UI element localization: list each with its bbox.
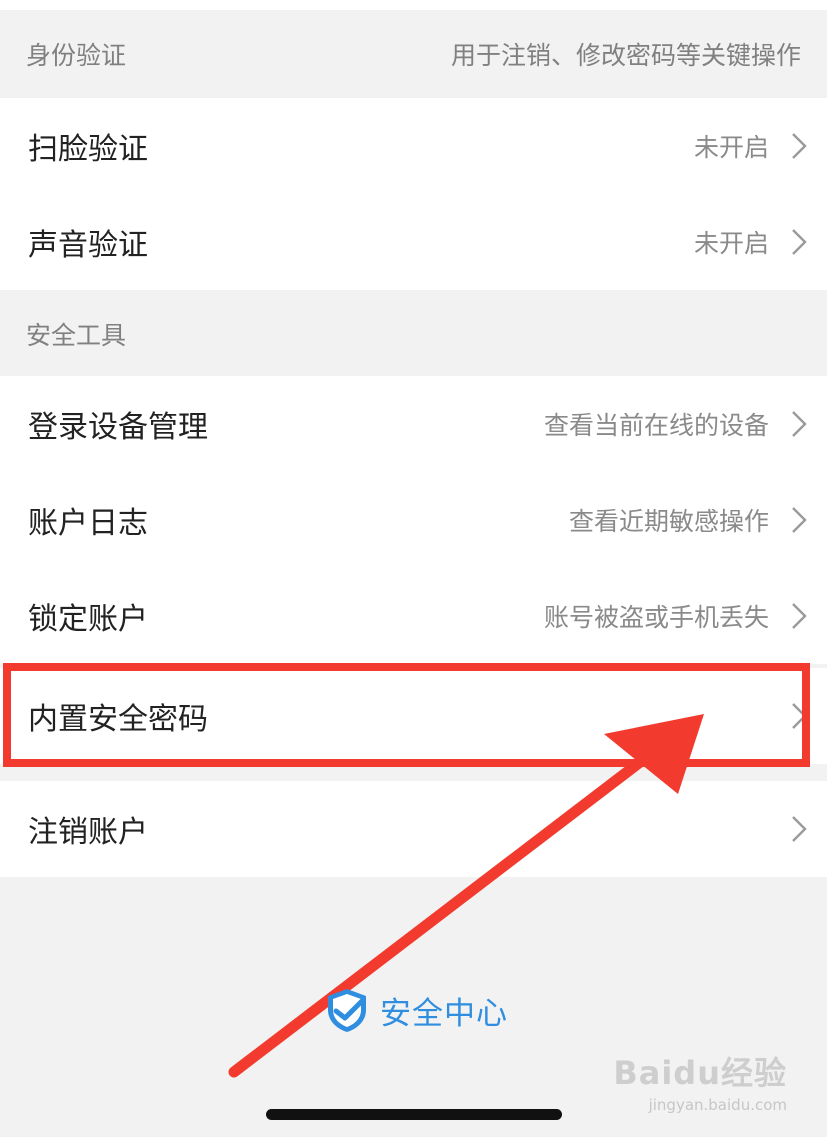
home-indicator[interactable] — [266, 1109, 562, 1120]
shield-check-icon — [328, 989, 366, 1032]
row-face-verification[interactable]: 扫脸验证 未开启 — [0, 98, 827, 194]
row-voice-verification[interactable]: 声音验证 未开启 — [0, 194, 827, 290]
row-label: 扫脸验证 — [28, 132, 148, 167]
row-value: 未开启 — [693, 133, 769, 162]
chevron-right-icon — [792, 703, 807, 729]
chevron-right-icon — [792, 603, 807, 629]
section-header-identity: 身份验证 用于注销、修改密码等关键操作 — [0, 10, 827, 98]
section-title-identity: 身份验证 — [26, 41, 127, 70]
section-header-tools: 安全工具 — [0, 291, 827, 376]
row-account-log[interactable]: 账户日志 查看近期敏感操作 — [0, 472, 827, 568]
top-strip — [0, 0, 827, 10]
security-center-brand: 安全中心 — [322, 982, 508, 1038]
chevron-right-icon — [792, 816, 807, 842]
chevron-right-icon — [792, 229, 807, 255]
row-value: 查看近期敏感操作 — [568, 507, 769, 536]
row-lock-account[interactable]: 锁定账户 账号被盗或手机丢失 — [0, 568, 827, 664]
brand-label: 安全中心 — [380, 995, 508, 1032]
row-value: 未开启 — [693, 229, 769, 258]
row-label: 内置安全密码 — [28, 702, 208, 737]
row-device-management[interactable]: 登录设备管理 查看当前在线的设备 — [0, 376, 827, 472]
row-label: 登录设备管理 — [28, 410, 208, 445]
row-label: 注销账户 — [28, 815, 148, 850]
watermark-main: Baidu经验 — [613, 1054, 787, 1092]
row-builtin-security-password[interactable]: 内置安全密码 — [0, 668, 827, 764]
section-title-tools: 安全工具 — [26, 320, 127, 350]
row-value: 账号被盗或手机丢失 — [543, 603, 769, 632]
watermark-sub: jingyan.baidu.com — [648, 1096, 787, 1114]
row-label: 声音验证 — [28, 228, 148, 263]
section-hint-identity: 用于注销、修改密码等关键操作 — [450, 41, 801, 70]
row-value: 查看当前在线的设备 — [543, 411, 769, 440]
row-label: 账户日志 — [28, 506, 148, 541]
chevron-right-icon — [792, 133, 807, 159]
chevron-right-icon — [792, 411, 807, 437]
baidu-watermark: Baidu经验 jingyan.baidu.com — [613, 1048, 787, 1114]
row-label: 锁定账户 — [28, 602, 148, 637]
row-cancel-account[interactable]: 注销账户 — [0, 781, 827, 877]
chevron-right-icon — [792, 507, 807, 533]
